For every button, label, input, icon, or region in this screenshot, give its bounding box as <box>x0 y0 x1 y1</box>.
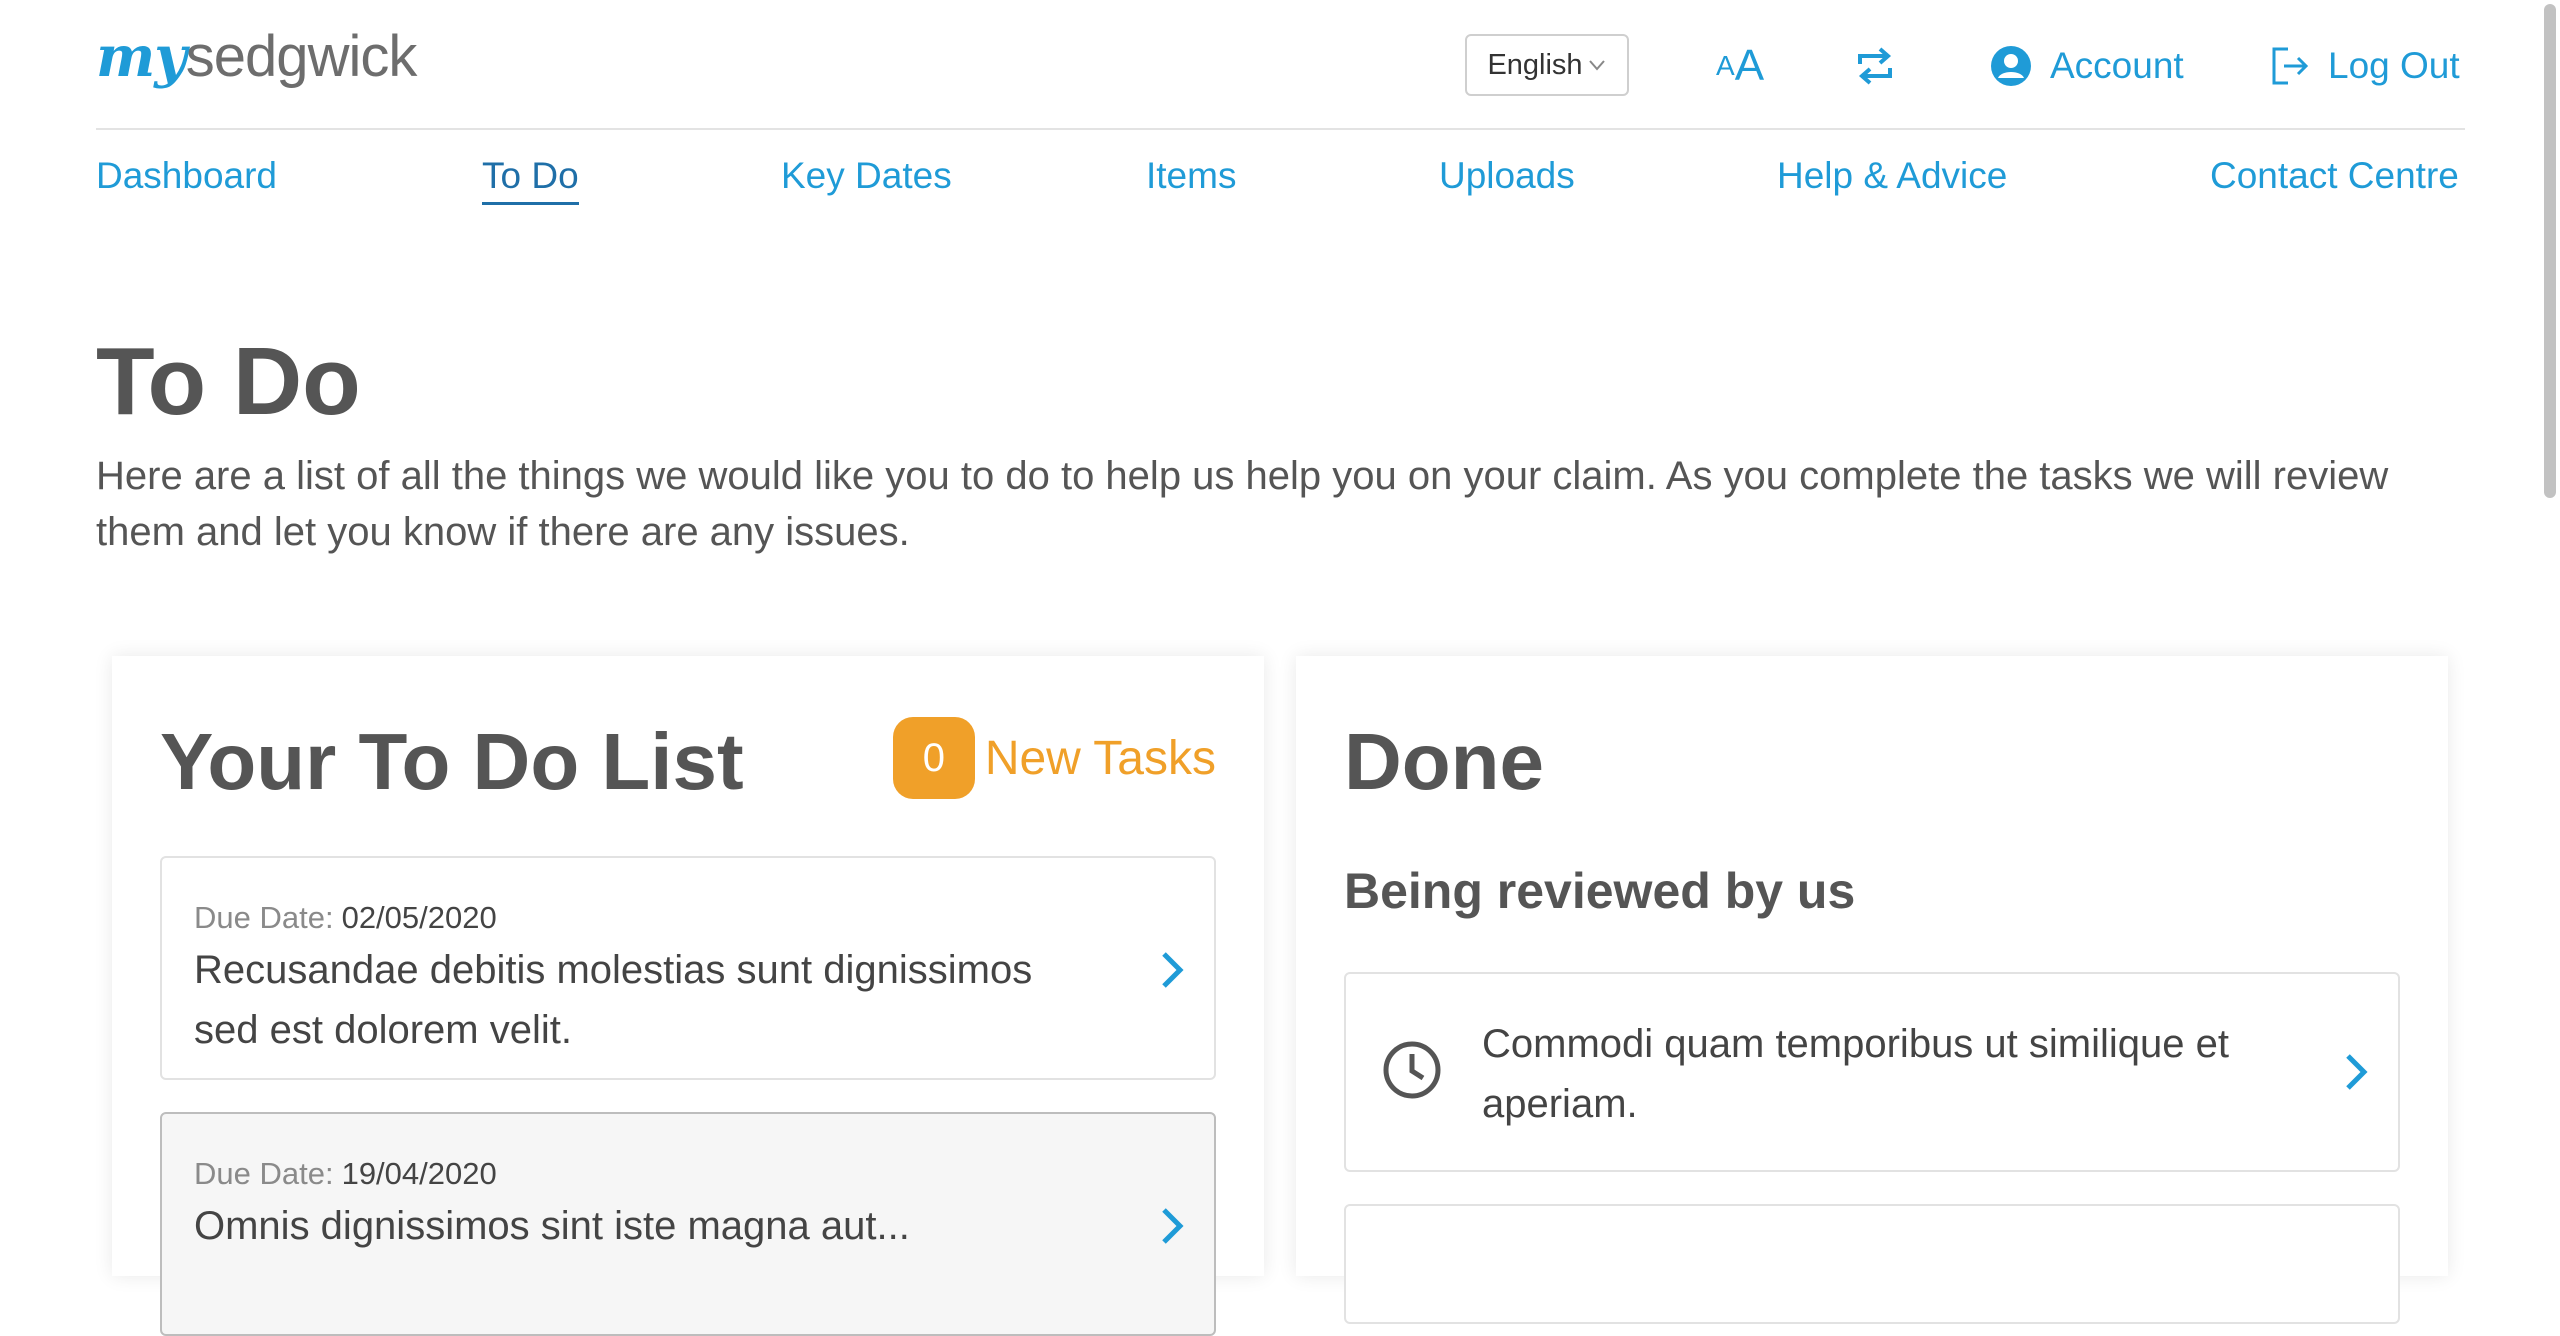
task-item[interactable]: Due Date: 19/04/2020 Omnis dignissimos si… <box>160 1112 1216 1336</box>
new-tasks-count-badge: 0 <box>892 717 975 799</box>
site-header: mysedgwick English AA Account Log Out <box>96 0 2465 130</box>
logo-brand: sedgwick <box>185 24 418 89</box>
nav-item-key-dates[interactable]: Key Dates <box>781 150 952 202</box>
repeat-icon <box>1858 47 1892 85</box>
due-date-label: Due Date: <box>194 1156 334 1191</box>
logout-label: Log Out <box>2328 45 2460 86</box>
review-item[interactable] <box>1344 1204 2400 1324</box>
language-select[interactable]: English <box>1465 34 1629 96</box>
done-title: Done <box>1344 717 1544 806</box>
task-text: Omnis dignissimos sint iste magna aut... <box>194 1204 910 1248</box>
main-nav: Dashboard To Do Key Dates Items Uploads … <box>96 150 2465 206</box>
new-tasks-indicator: 0 New Tasks <box>892 717 1216 799</box>
nav-item-items[interactable]: Items <box>1146 150 1236 202</box>
logo-my: my <box>96 24 187 90</box>
logout-icon <box>2272 47 2309 85</box>
user-circle-icon <box>1991 46 2031 86</box>
being-reviewed-heading: Being reviewed by us <box>1344 863 1856 919</box>
nav-item-contact-centre[interactable]: Contact Centre <box>2210 150 2459 202</box>
account-label: Account <box>2050 45 2184 86</box>
text-size-icon-large: A <box>1734 41 1765 90</box>
clock-icon <box>1383 1041 1441 1099</box>
review-item-text: Commodi quam temporibus ut similique et … <box>1482 1022 2229 1126</box>
nav-item-todo[interactable]: To Do <box>482 150 579 205</box>
task-item[interactable]: Due Date: 02/05/2020 Recusandae debitis m… <box>160 856 1216 1080</box>
todo-list-title: Your To Do List <box>160 717 744 806</box>
logout-link[interactable]: Log Out <box>2270 38 2460 94</box>
account-link[interactable]: Account <box>1990 38 2184 94</box>
todo-list-card: Your To Do List 0 New Tasks Due Date: 02/… <box>112 656 1264 1336</box>
page-scrollbar[interactable] <box>2540 0 2560 1218</box>
task-due: Due Date: 19/04/2020 <box>194 1156 497 1192</box>
due-date-label: Due Date: <box>194 900 334 935</box>
chevron-right-icon <box>2346 1054 2368 1090</box>
page-title: To Do <box>96 328 361 435</box>
task-text: Recusandae debitis molestias sunt dignis… <box>194 948 1033 1052</box>
review-item[interactable]: Commodi quam temporibus ut similique et … <box>1344 972 2400 1172</box>
text-size-icon: A <box>1716 50 1735 81</box>
nav-item-help-advice[interactable]: Help & Advice <box>1777 150 2007 202</box>
chevron-down-icon <box>1588 60 1605 71</box>
text-size-button[interactable]: AA <box>1716 38 1764 94</box>
due-date-value: 19/04/2020 <box>341 1156 497 1191</box>
due-date-value: 02/05/2020 <box>341 900 497 935</box>
new-tasks-label: New Tasks <box>984 731 1216 785</box>
switch-claim-button[interactable] <box>1854 38 1896 94</box>
task-due: Due Date: 02/05/2020 <box>194 900 497 936</box>
nav-item-uploads[interactable]: Uploads <box>1439 150 1575 202</box>
page-intro: Here are a list of all the things we wou… <box>96 454 2389 554</box>
chevron-right-icon <box>1162 952 1184 988</box>
done-card: Done Being reviewed by us Commodi quam t… <box>1296 656 2448 1324</box>
mysedgwick-logo[interactable]: mysedgwick <box>96 22 418 92</box>
chevron-right-icon <box>1162 1208 1184 1244</box>
language-select-value: English <box>1487 48 1583 81</box>
nav-item-dashboard[interactable]: Dashboard <box>96 150 277 202</box>
scrollbar-thumb[interactable] <box>2544 4 2556 498</box>
